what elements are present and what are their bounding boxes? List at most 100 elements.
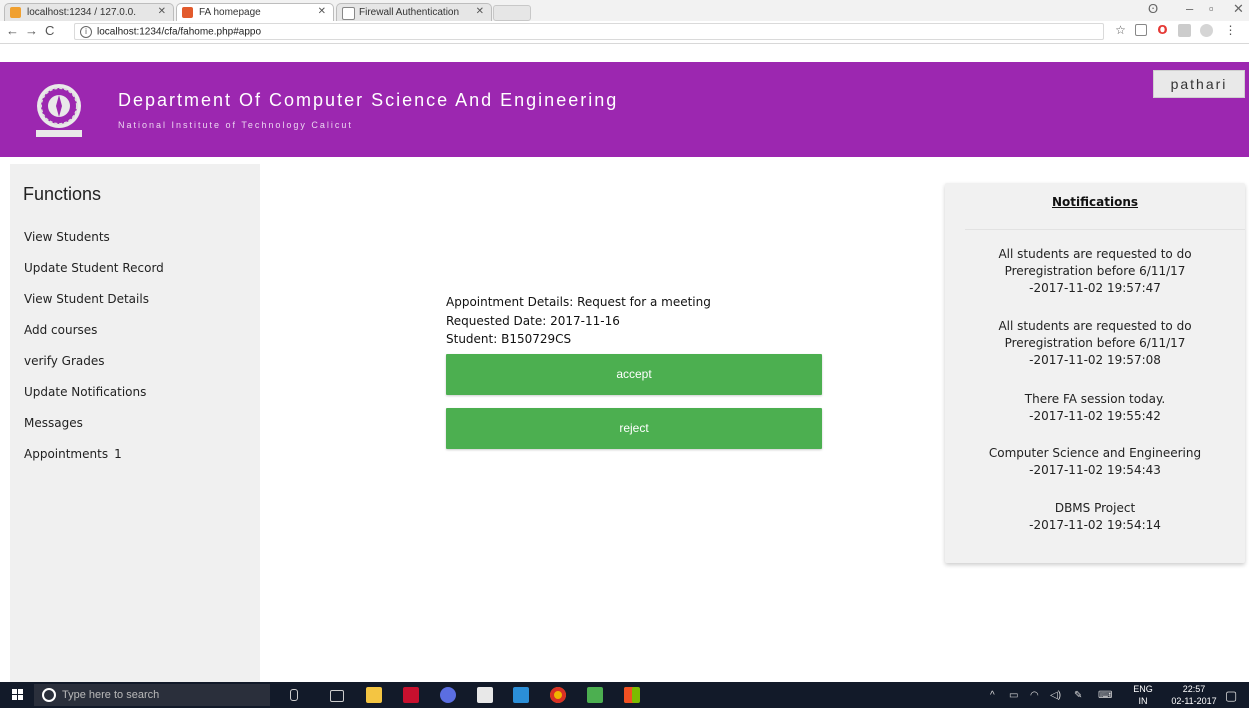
department-title: Department Of Computer Science And Engin… [118,90,619,110]
notification-line: There FA session today. [1024,392,1166,406]
extension-icon[interactable] [1200,24,1213,37]
bookmark-star-icon[interactable]: ☆ [1114,24,1127,37]
reject-button[interactable]: reject [446,408,822,449]
cortana-icon [42,688,56,702]
volume-icon[interactable]: ◁) [1050,690,1061,701]
language-code: ENG [1133,684,1153,694]
notification-line: DBMS Project [1054,501,1136,515]
clock-date: 02-11-2017 [1171,696,1217,706]
url-input[interactable]: i localhost:1234/cfa/fahome.php#appo [74,23,1104,40]
document-icon [342,7,355,20]
functions-sidebar: Functions View Students Update Student R… [10,164,260,682]
phpmyadmin-icon [10,7,21,18]
sidebar-item-view-student-details[interactable]: View Student Details [24,292,149,306]
sidebar-item-label: Appointments [24,447,109,461]
notification-line: All students are requested to do [998,319,1192,333]
notification-item: DBMS Project -2017-11-02 19:54:14 [945,500,1245,534]
microphone-icon[interactable] [290,689,298,701]
sidebar-item-verify-grades[interactable]: verify Grades [24,354,105,368]
notifications-title: Notifications [1051,195,1139,209]
task-view-icon[interactable] [330,690,344,702]
battery-icon[interactable]: ▭ [1009,690,1018,701]
appointment-details: Appointment Details: Request for a meeti… [446,295,711,309]
sidebar-item-update-notifications[interactable]: Update Notifications [24,385,146,399]
browser-tab-phpmyadmin[interactable]: localhost:1234 / 127.0.0. ✕ [4,3,174,21]
search-placeholder: Type here to search [62,689,160,701]
notification-line: All students are requested to do [998,247,1192,261]
maximize-icon[interactable]: ▫ [1209,1,1214,16]
cast-icon[interactable] [1135,24,1147,36]
notification-item: Computer Science and Engineering -2017-1… [945,445,1245,479]
action-center-icon[interactable]: ▢ [1225,688,1237,704]
close-window-icon[interactable]: ✕ [1233,1,1244,17]
info-icon[interactable]: i [80,26,92,38]
image-viewer-icon[interactable] [587,687,603,703]
user-menu-button[interactable]: pathari [1153,70,1245,98]
language-indicator[interactable]: ENG IN [1132,683,1154,707]
institute-logo [22,78,96,143]
minimize-icon[interactable]: – [1186,1,1193,16]
url-text: localhost:1234/cfa/fahome.php#appo [97,26,262,38]
notification-line: Preregistration before 6/11/17 [1004,264,1186,278]
back-arrow-icon[interactable]: ← [6,23,19,38]
accept-button[interactable]: accept [446,354,822,395]
close-tab-icon[interactable]: ✕ [158,6,166,17]
media-player-icon[interactable] [440,687,456,703]
outlook-icon[interactable] [513,687,529,703]
system-clock[interactable]: 22:57 02-11-2017 [1170,683,1218,707]
notification-timestamp: -2017-11-02 19:54:14 [1029,518,1161,532]
sidebar-title: Functions [23,184,102,204]
windows-taskbar: Type here to search ^ ▭ ◠ ◁) ✎ ⌨ ENG IN … [0,682,1249,708]
chrome-icon[interactable] [550,687,566,703]
store-icon[interactable] [477,687,493,703]
institute-subtitle: National Institute of Technology Calicut [118,120,353,130]
wifi-icon[interactable]: ◠ [1030,690,1039,701]
mcafee-icon[interactable] [403,687,419,703]
browser-tab-strip: localhost:1234 / 127.0.0. ✕ FA homepage … [0,0,1249,21]
forward-arrow-icon[interactable]: → [25,23,38,38]
notifications-panel: Notifications All students are requested… [945,183,1245,563]
notification-item: There FA session today. -2017-11-02 19:5… [945,391,1245,425]
browser-tab-fa-homepage[interactable]: FA homepage ✕ [176,3,334,21]
taskbar-search-input[interactable]: Type here to search [34,684,270,706]
appointments-count-badge: 1 [114,447,122,461]
notification-timestamp: -2017-11-02 19:57:47 [1029,281,1161,295]
menu-dots-icon[interactable]: ⋮ [1224,24,1237,37]
region-code: IN [1138,696,1148,706]
notification-item: All students are requested to do Preregi… [945,318,1245,369]
app-grid-icon[interactable] [624,687,640,703]
sidebar-item-add-courses[interactable]: Add courses [24,323,97,337]
sidebar-item-view-students[interactable]: View Students [24,230,110,244]
tab-label: localhost:1234 / 127.0.0. [27,7,136,18]
keyboard-icon[interactable]: ⌨ [1098,690,1112,701]
profile-icon[interactable]: ʘ [1148,1,1158,16]
tab-label: FA homepage [199,7,261,18]
clock-time: 22:57 [1182,684,1206,694]
notification-line: Computer Science and Engineering [988,446,1202,460]
reload-icon[interactable]: C [45,23,54,38]
sidebar-item-update-student-record[interactable]: Update Student Record [24,261,164,275]
student-id: Student: B150729CS [446,332,572,346]
notification-timestamp: -2017-11-02 19:57:08 [1029,353,1161,367]
tab-label: Firewall Authentication [359,7,460,18]
pen-icon[interactable]: ✎ [1074,690,1082,701]
sidebar-item-messages[interactable]: Messages [24,416,83,430]
file-explorer-icon[interactable] [366,687,382,703]
close-tab-icon[interactable]: ✕ [318,6,326,17]
notification-item: All students are requested to do Preregi… [945,246,1245,297]
page-favicon-icon [182,7,193,18]
notification-timestamp: -2017-11-02 19:55:42 [1029,409,1161,423]
requested-date: Requested Date: 2017-11-16 [446,314,620,328]
sidebar-item-appointments[interactable]: Appointments 1 [24,447,122,461]
address-bar-row: ← → C i localhost:1234/cfa/fahome.php#app… [0,21,1249,44]
close-tab-icon[interactable]: ✕ [476,6,484,17]
site-header: Department Of Computer Science And Engin… [0,62,1249,157]
tray-chevron-icon[interactable]: ^ [990,690,995,701]
browser-tab-firewall[interactable]: Firewall Authentication ✕ [336,3,492,21]
windows-start-icon[interactable] [12,689,24,701]
opera-icon[interactable]: O [1156,24,1169,37]
new-tab-button[interactable] [493,5,531,21]
divider [965,229,1245,230]
notification-timestamp: -2017-11-02 19:54:43 [1029,463,1161,477]
extension-icon[interactable] [1178,24,1191,37]
